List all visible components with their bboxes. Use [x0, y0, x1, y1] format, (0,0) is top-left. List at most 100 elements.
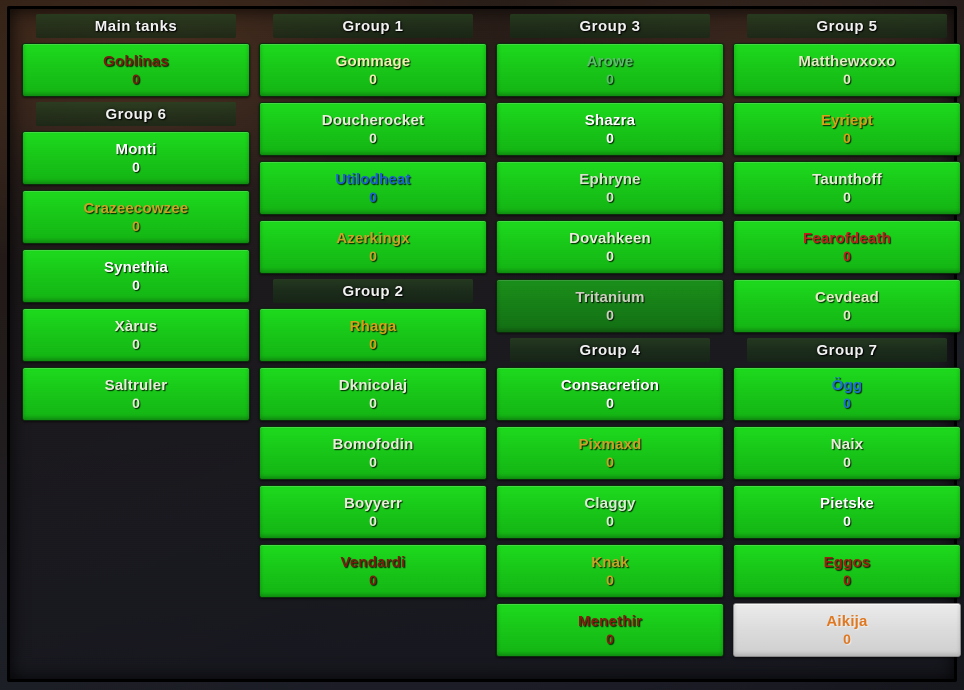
unit-name: Boyyerr: [343, 495, 403, 512]
unit-name: Monti: [115, 141, 157, 158]
unit-frame[interactable]: Utilodheat 0: [259, 161, 487, 215]
unit-name: Gommage: [335, 53, 411, 70]
unit-name: Taunthoff: [812, 171, 882, 188]
unit-name: Dovahkeen: [569, 230, 651, 247]
unit-frame[interactable]: Consacretion 0: [496, 367, 724, 421]
unit-name: Crazeecowzee: [83, 200, 189, 217]
raid-group-grid: Main tanks Goblinas 0 Group 6 Monti 0 Crazeeco…: [22, 14, 961, 674]
unit-value: 0: [369, 189, 377, 205]
unit-frame[interactable]: Ögg 0: [733, 367, 961, 421]
group-header-label: Group 6: [105, 105, 167, 123]
group-header-group-5[interactable]: Group 5: [747, 14, 947, 38]
unit-value: 0: [843, 395, 851, 411]
unit-name: Rhaga: [349, 318, 397, 335]
unit-value: 0: [843, 307, 851, 323]
unit-frame[interactable]: Synethia 0: [22, 249, 250, 303]
unit-value: 0: [606, 248, 614, 264]
unit-frame[interactable]: Pietske 0: [733, 485, 961, 539]
unit-name: Azerkingx: [336, 230, 410, 247]
unit-value: 0: [843, 513, 851, 529]
unit-frame[interactable]: Arowe 0: [496, 43, 724, 97]
unit-name: Ephryne: [579, 171, 641, 188]
unit-name: Doucherocket: [321, 112, 425, 129]
group-header-label: Group 2: [342, 282, 404, 300]
unit-value: 0: [369, 454, 377, 470]
unit-frame[interactable]: Menethir 0: [496, 603, 724, 657]
unit-frame[interactable]: Eyriept 0: [733, 102, 961, 156]
unit-value: 0: [132, 277, 140, 293]
unit-value: 0: [132, 71, 140, 87]
unit-frame[interactable]: Taunthoff 0: [733, 161, 961, 215]
raid-frame-window: Main tanks Goblinas 0 Group 6 Monti 0 Crazeeco…: [0, 0, 964, 690]
unit-value: 0: [369, 248, 377, 264]
group-header-group-6[interactable]: Group 6: [36, 102, 236, 126]
group-column: Group 5 Matthewxoxo 0 Eyriept 0 Taunthoff 0 Fea…: [733, 14, 961, 674]
unit-frame[interactable]: Matthewxoxo 0: [733, 43, 961, 97]
unit-value: 0: [843, 631, 851, 647]
unit-frame[interactable]: Rhaga 0: [259, 308, 487, 362]
unit-frame[interactable]: Vendardi 0: [259, 544, 487, 598]
unit-name: Aikija: [826, 613, 868, 630]
group-header-label: Main tanks: [94, 17, 178, 35]
unit-frame[interactable]: Shazra 0: [496, 102, 724, 156]
unit-frame[interactable]: Knak 0: [496, 544, 724, 598]
unit-name: Bomofodin: [332, 436, 414, 453]
unit-frame[interactable]: Dovahkeen 0: [496, 220, 724, 274]
unit-frame[interactable]: Azerkingx 0: [259, 220, 487, 274]
group-header-main-tanks[interactable]: Main tanks: [36, 14, 236, 38]
unit-name: Naix: [830, 436, 864, 453]
unit-name: Eyriept: [820, 112, 874, 129]
unit-frame[interactable]: Tritanium 0: [496, 279, 724, 333]
unit-value: 0: [132, 336, 140, 352]
unit-frame[interactable]: Saltruler 0: [22, 367, 250, 421]
unit-name: Dknicolaj: [338, 377, 408, 394]
group-header-group-2[interactable]: Group 2: [273, 279, 473, 303]
unit-value: 0: [369, 71, 377, 87]
unit-frame[interactable]: Claggy 0: [496, 485, 724, 539]
unit-frame[interactable]: Cevdead 0: [733, 279, 961, 333]
unit-value: 0: [132, 218, 140, 234]
unit-name: Tritanium: [575, 289, 645, 306]
unit-frame[interactable]: Naix 0: [733, 426, 961, 480]
unit-name: Pietske: [820, 495, 874, 512]
unit-value: 0: [369, 395, 377, 411]
unit-frame[interactable]: Goblinas 0: [22, 43, 250, 97]
unit-frame[interactable]: Doucherocket 0: [259, 102, 487, 156]
unit-frame[interactable]: Eggos 0: [733, 544, 961, 598]
unit-frame[interactable]: Monti 0: [22, 131, 250, 185]
unit-frame[interactable]: Ephryne 0: [496, 161, 724, 215]
unit-value: 0: [369, 513, 377, 529]
unit-frame[interactable]: Dknicolaj 0: [259, 367, 487, 421]
unit-value: 0: [369, 130, 377, 146]
unit-name: Matthewxoxo: [798, 53, 896, 70]
unit-name: Xàrus: [114, 318, 158, 335]
unit-value: 0: [843, 248, 851, 264]
group-column: Group 3 Arowe 0 Shazra 0 Ephryne 0 Dovahkeen 0 Tr…: [496, 14, 724, 674]
group-header-group-7[interactable]: Group 7: [747, 338, 947, 362]
group-header-label: Group 5: [816, 17, 878, 35]
unit-frame[interactable]: Fearofdeath 0: [733, 220, 961, 274]
group-header-label: Group 3: [579, 17, 641, 35]
unit-name: Claggy: [584, 495, 636, 512]
unit-frame[interactable]: Crazeecowzee 0: [22, 190, 250, 244]
unit-value: 0: [606, 513, 614, 529]
unit-frame[interactable]: Bomofodin 0: [259, 426, 487, 480]
unit-value: 0: [132, 395, 140, 411]
unit-value: 0: [606, 631, 614, 647]
unit-value: 0: [369, 572, 377, 588]
unit-frame[interactable]: Boyyerr 0: [259, 485, 487, 539]
unit-frame[interactable]: Gommage 0: [259, 43, 487, 97]
group-header-group-1[interactable]: Group 1: [273, 14, 473, 38]
unit-value: 0: [843, 189, 851, 205]
group-header-group-4[interactable]: Group 4: [510, 338, 710, 362]
group-header-group-3[interactable]: Group 3: [510, 14, 710, 38]
unit-value: 0: [843, 454, 851, 470]
unit-name: Vendardi: [340, 554, 406, 571]
unit-frame[interactable]: Aikija 0: [733, 603, 961, 657]
unit-value: 0: [606, 71, 614, 87]
unit-name: Arowe: [586, 53, 634, 70]
unit-value: 0: [132, 159, 140, 175]
unit-frame[interactable]: Xàrus 0: [22, 308, 250, 362]
unit-frame[interactable]: Pixmaxd 0: [496, 426, 724, 480]
unit-name: Cevdead: [815, 289, 879, 306]
